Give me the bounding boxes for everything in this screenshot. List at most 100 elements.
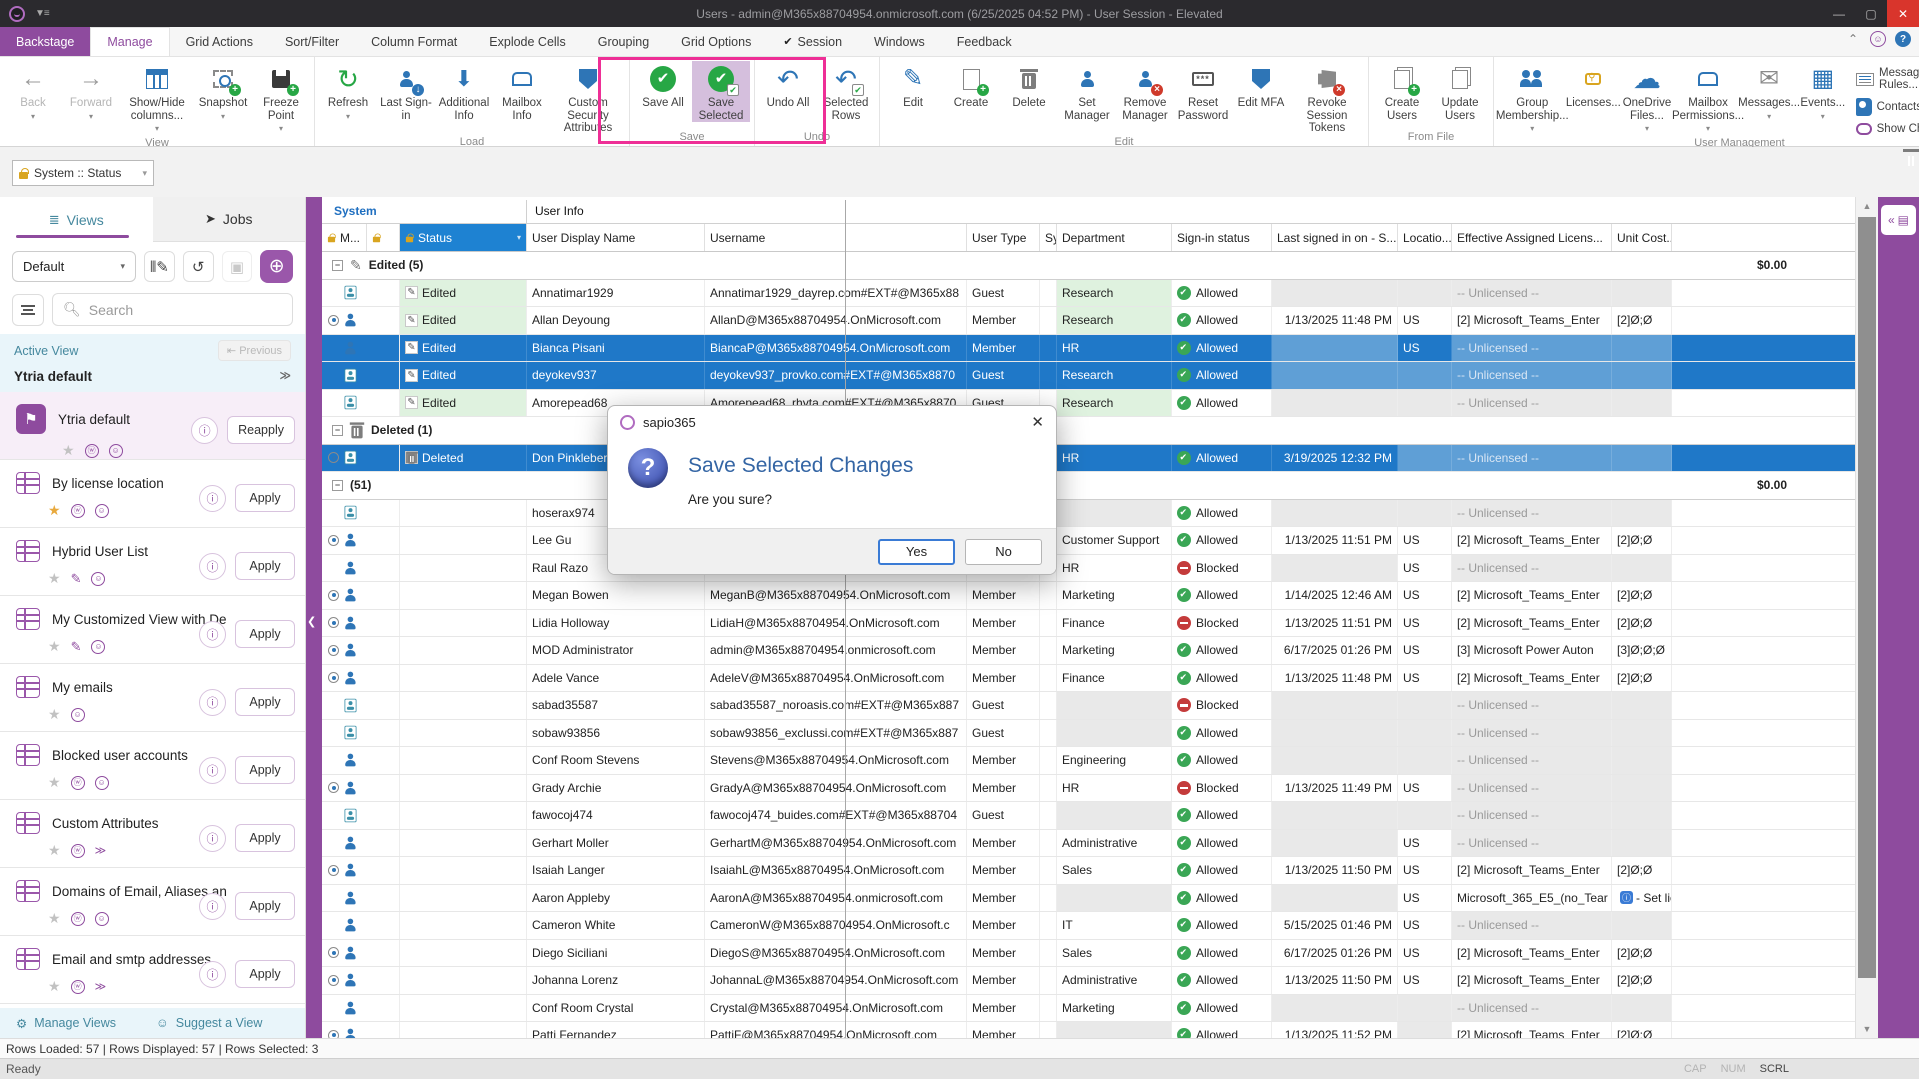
forward-button[interactable]: →Forward▾ [62,61,120,123]
maximize-button[interactable]: ▢ [1855,0,1887,27]
search-input[interactable]: 🔍︎ Search [52,293,293,326]
ribbon-tab-windows[interactable]: Windows [858,27,941,56]
vertical-scrollbar[interactable]: ▲ ▼ [1855,197,1878,1038]
column-header-user-type[interactable]: User Type [967,224,1040,251]
column-header-sy[interactable]: Sy... [1040,224,1057,251]
save-all-button[interactable]: ✔Save All [634,61,692,110]
scrollbar-thumb[interactable] [1858,217,1876,978]
view-info-button[interactable]: ⓘ [191,417,218,444]
events--button[interactable]: ▦Events...▾ [1796,61,1850,123]
column-header-type-icon[interactable] [367,224,399,251]
edit-columns-button[interactable]: ⫴✎ [144,251,175,282]
column-header-department[interactable]: Department [1057,224,1172,251]
favorite-star-icon[interactable]: ★ [48,570,61,587]
table-row[interactable]: ✎EditedAllan DeyoungAllanD@M365x88704954… [322,307,1855,335]
back-button[interactable]: ←Back▾ [4,61,62,123]
view-info-button[interactable]: ⓘ [199,757,226,784]
group-row-plain[interactable]: −(51)$0.00 [322,472,1855,500]
table-row[interactable]: Isaiah LangerIsaiahL@M365x88704954.OnMic… [322,857,1855,885]
view-card-ytria-default[interactable]: ⚑Ytria default★ⓦ☺ⓘReapply [0,392,305,460]
favorite-star-icon[interactable]: ★ [48,774,61,791]
table-row[interactable]: Conf Room StevensStevens@M365x88704954.O… [322,747,1855,775]
apply-view-button[interactable]: Apply [235,960,295,988]
add-view-button[interactable]: ⊕ [260,250,293,283]
freeze-point-button[interactable]: +Freeze Point▾ [252,61,310,136]
selected-rows-button[interactable]: ↶✔Selected Rows [817,61,875,122]
dialog-close-icon[interactable]: ✕ [1031,413,1044,431]
ribbon-tab-grid-options[interactable]: Grid Options [665,27,767,56]
view-info-button[interactable]: ⓘ [199,825,226,852]
table-row[interactable]: Raul RazoHRBlockedUS-- Unlicensed -- [322,555,1855,583]
column-header-modified[interactable]: M... [322,224,367,251]
last-sign-in-button[interactable]: ↓Last Sign-in [377,61,435,122]
band-header-user-info[interactable]: User Info [527,200,584,223]
apply-view-button[interactable]: Apply [235,688,295,716]
column-header-user-display-name[interactable]: User Display Name [527,224,705,251]
ribbon-tab-grouping[interactable]: Grouping [582,27,665,56]
apply-view-button[interactable]: Apply [235,756,295,784]
create-users-button[interactable]: +Create Users [1373,61,1431,122]
table-row[interactable]: Diego SicilianiDiegoS@M365x88704954.OnMi… [322,940,1855,968]
favorite-star-icon[interactable]: ★ [48,502,61,519]
favorite-star-icon[interactable]: ★ [48,638,61,655]
mailbox-permissions--button[interactable]: Mailbox Permissions...▾ [1674,61,1742,136]
table-row[interactable]: Adele VanceAdeleV@M365x88704954.OnMicros… [322,665,1855,693]
minimize-button[interactable]: — [1823,0,1855,27]
tab-views[interactable]: ≣ Views [0,197,153,242]
onedrive-files--button[interactable]: ☁OneDrive Files...▾ [1620,61,1674,136]
column-header-last-signed-in[interactable]: Last signed in on - S... [1272,224,1398,251]
apply-view-button[interactable]: Apply [235,620,295,648]
reapply-view-button[interactable]: Reapply [227,416,295,444]
mailbox-info-button[interactable]: Mailbox Info [493,61,551,122]
update-users-button[interactable]: Update Users [1431,61,1489,122]
group-row-deleted[interactable]: −Deleted (1) [322,417,1855,445]
edit-mfa-button[interactable]: Edit MFA [1232,61,1290,110]
edit-button[interactable]: ✎Edit [884,61,942,110]
collapse-sidebar-icon[interactable]: ❮ [307,615,316,628]
favorite-star-icon[interactable]: ★ [48,706,61,723]
snapshot-button[interactable]: +Snapshot▾ [194,61,252,123]
custom-security-attributes-button[interactable]: Custom Security Attributes [551,61,625,135]
column-header-unit-cost[interactable]: Unit Cost... [1612,224,1672,251]
view-info-button[interactable]: ⓘ [199,689,226,716]
view-info-button[interactable]: ⓘ [199,621,226,648]
table-row[interactable]: Johanna LorenzJohannaL@M365x88704954.OnM… [322,967,1855,995]
column-header-location[interactable]: Locatio... [1398,224,1452,251]
scroll-down-icon[interactable]: ▼ [1856,1020,1878,1038]
view-card-hybrid-user-list[interactable]: Hybrid User List★✎☺ⓘApply [0,528,305,596]
apply-view-button[interactable]: Apply [235,552,295,580]
save-selected-button[interactable]: ✔✔Save Selected [692,61,750,122]
show-hide-columns--button[interactable]: Show/Hide columns...▾ [120,61,194,136]
table-row[interactable]: Gerhart MollerGerhartM@M365x88704954.OnM… [322,830,1855,858]
view-info-button[interactable]: ⓘ [199,485,226,512]
licenses--button[interactable]: Licenses... [1566,61,1620,110]
view-info-button[interactable]: ⓘ [199,961,226,988]
reset-view-button[interactable]: ↺ [183,251,214,282]
sidebar-grid-divider[interactable]: ❮ [306,197,322,1038]
ribbon-tab-sort-filter[interactable]: Sort/Filter [269,27,355,56]
additional-info-button[interactable]: ⬇Additional Info [435,61,493,122]
view-card-domains-of-email-aliases-and-o[interactable]: Domains of Email, Aliases and othe...★ⓦ☺… [0,868,305,936]
table-row[interactable]: DeletedDon PinkleberHRAllowed3/19/2025 1… [322,445,1855,473]
ribbon-tab-feedback[interactable]: Feedback [941,27,1028,56]
table-row[interactable]: sobaw93856sobaw93856_exclussi.com#EXT#@M… [322,720,1855,748]
favorite-star-icon[interactable]: ★ [48,842,61,859]
view-info-button[interactable]: ⓘ [199,553,226,580]
ribbon-pin-icon[interactable]: ⌃ [1845,31,1861,47]
ribbon-tab-manage[interactable]: Manage [90,27,169,56]
apply-view-button[interactable]: Apply [235,484,295,512]
system-status-selector[interactable]: System :: Status ▾ [12,160,154,186]
table-row[interactable]: Lee GuCustomer SupportAllowed1/13/2025 1… [322,527,1855,555]
collapse-group-icon[interactable]: − [332,425,343,436]
table-row[interactable]: Cameron WhiteCameronW@M365x88704954.OnMi… [322,912,1855,940]
group-row-edited[interactable]: −✎Edited (5)$0.00 [322,252,1855,280]
delete-button[interactable]: Delete [1000,61,1058,110]
no-button[interactable]: No [965,539,1042,565]
save-view-button[interactable]: ▣ [222,251,253,282]
ribbon-tab-session[interactable]: ✔Session [767,27,858,56]
messages--button[interactable]: ✉Messages...▾ [1742,61,1796,123]
create-button[interactable]: +Create [942,61,1000,110]
previous-view-button[interactable]: ⇤ Previous [218,340,291,361]
tab-jobs[interactable]: ➤ Jobs [153,197,306,242]
table-row[interactable]: Patti FernandezPattiF@M365x88704954.OnMi… [322,1022,1855,1038]
